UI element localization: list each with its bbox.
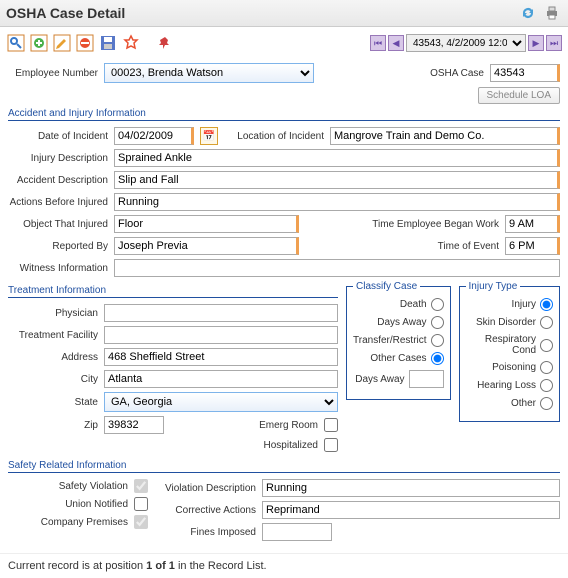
last-record-button[interactable]: ⏭ xyxy=(546,35,562,51)
address-input[interactable] xyxy=(104,348,338,366)
reported-by-label: Reported By xyxy=(8,241,108,252)
injury-radio[interactable] xyxy=(540,298,553,311)
cancel-icon[interactable] xyxy=(121,33,141,53)
record-selector[interactable]: 43543, 4/2/2009 12:00 xyxy=(406,34,526,52)
injury-desc-input[interactable] xyxy=(114,149,560,167)
print-icon[interactable] xyxy=(542,3,562,23)
fines-imposed-input[interactable] xyxy=(262,523,332,541)
safety-violation-checkbox[interactable] xyxy=(134,479,148,493)
location-incident-label: Location of Incident xyxy=(224,131,324,142)
hospitalized-checkbox[interactable] xyxy=(324,438,338,452)
physician-input[interactable] xyxy=(104,304,338,322)
refresh-icon[interactable] xyxy=(518,3,538,23)
reported-by-input[interactable] xyxy=(114,237,299,255)
safety-violation-label: Safety Violation xyxy=(59,481,128,492)
record-position: 1 of 1 xyxy=(146,560,175,572)
window-header: OSHA Case Detail xyxy=(0,0,568,27)
emerg-room-label: Emerg Room xyxy=(259,420,318,431)
state-label: State xyxy=(8,397,98,408)
company-premises-label: Company Premises xyxy=(41,517,128,528)
company-premises-checkbox[interactable] xyxy=(134,515,148,529)
physician-label: Physician xyxy=(8,308,98,319)
edit-icon[interactable] xyxy=(52,33,72,53)
section-treatment: Treatment Information xyxy=(8,285,338,298)
schedule-loa-button[interactable]: Schedule LOA xyxy=(478,87,561,104)
add-icon[interactable] xyxy=(29,33,49,53)
find-icon[interactable] xyxy=(6,33,26,53)
hospitalized-label: Hospitalized xyxy=(264,440,318,451)
actions-before-input[interactable] xyxy=(114,193,560,211)
hearing-radio[interactable] xyxy=(540,379,553,392)
delete-icon[interactable] xyxy=(75,33,95,53)
save-icon[interactable] xyxy=(98,33,118,53)
fines-imposed-label: Fines Imposed xyxy=(156,527,256,538)
actions-before-label: Actions Before Injured xyxy=(8,197,108,208)
classify-legend: Classify Case xyxy=(353,281,420,292)
classify-case-fieldset: Classify Case Death Days Away Transfer/R… xyxy=(346,281,451,400)
first-record-button[interactable]: ⏮ xyxy=(370,35,386,51)
address-label: Address xyxy=(8,352,98,363)
zip-input[interactable] xyxy=(104,416,164,434)
union-notified-checkbox[interactable] xyxy=(134,497,148,511)
union-notified-label: Union Notified xyxy=(65,499,128,510)
facility-label: Treatment Facility xyxy=(8,330,98,341)
osha-case-input[interactable] xyxy=(490,64,560,82)
injury-desc-label: Injury Description xyxy=(8,153,108,164)
page-title: OSHA Case Detail xyxy=(6,5,125,21)
accident-desc-input[interactable] xyxy=(114,171,560,189)
corrective-actions-input[interactable] xyxy=(262,501,560,519)
accident-desc-label: Accident Description xyxy=(8,175,108,186)
violation-desc-input[interactable] xyxy=(262,479,560,497)
facility-input[interactable] xyxy=(104,326,338,344)
pin-icon[interactable] xyxy=(155,33,175,53)
employee-number-select[interactable]: 00023, Brenda Watson xyxy=(104,63,314,83)
toolbar: ⏮ ◀ 43543, 4/2/2009 12:00 ▶ ⏭ xyxy=(0,27,568,59)
days-away-input[interactable] xyxy=(409,370,444,388)
time-event-input[interactable] xyxy=(505,237,560,255)
injury-type-fieldset: Injury Type Injury Skin Disorder Respira… xyxy=(459,281,560,422)
section-safety: Safety Related Information xyxy=(8,460,560,473)
time-began-label: Time Employee Began Work xyxy=(372,219,499,230)
object-injured-input[interactable] xyxy=(114,215,299,233)
state-select[interactable]: GA, Georgia xyxy=(104,392,338,412)
location-incident-input[interactable] xyxy=(330,127,560,145)
witness-input[interactable] xyxy=(114,259,560,277)
poisoning-radio[interactable] xyxy=(540,361,553,374)
corrective-actions-label: Corrective Actions xyxy=(156,505,256,516)
zip-label: Zip xyxy=(8,420,98,431)
osha-case-label: OSHA Case xyxy=(430,68,484,79)
time-event-label: Time of Event xyxy=(438,241,499,252)
violation-desc-label: Violation Description xyxy=(156,483,256,494)
section-accident: Accident and Injury Information xyxy=(8,108,560,121)
employee-number-label: Employee Number xyxy=(8,68,98,79)
skin-radio[interactable] xyxy=(540,316,553,329)
injury-type-legend: Injury Type xyxy=(466,281,521,292)
next-record-button[interactable]: ▶ xyxy=(528,35,544,51)
death-radio[interactable] xyxy=(431,298,444,311)
days-away-radio[interactable] xyxy=(431,316,444,329)
object-injured-label: Object That Injured xyxy=(8,219,108,230)
date-incident-input[interactable] xyxy=(114,127,194,145)
status-bar: Current record is at position 1 of 1 in … xyxy=(0,553,568,578)
prev-record-button[interactable]: ◀ xyxy=(388,35,404,51)
witness-label: Witness Information xyxy=(8,263,108,274)
calendar-icon[interactable]: 📅 xyxy=(200,127,218,145)
city-input[interactable] xyxy=(104,370,338,388)
date-incident-label: Date of Incident xyxy=(8,131,108,142)
city-label: City xyxy=(8,374,98,385)
other-cases-radio[interactable] xyxy=(431,352,444,365)
time-began-input[interactable] xyxy=(505,215,560,233)
emerg-room-checkbox[interactable] xyxy=(324,418,338,432)
respiratory-radio[interactable] xyxy=(540,339,553,352)
transfer-radio[interactable] xyxy=(431,334,444,347)
other-injury-radio[interactable] xyxy=(540,397,553,410)
